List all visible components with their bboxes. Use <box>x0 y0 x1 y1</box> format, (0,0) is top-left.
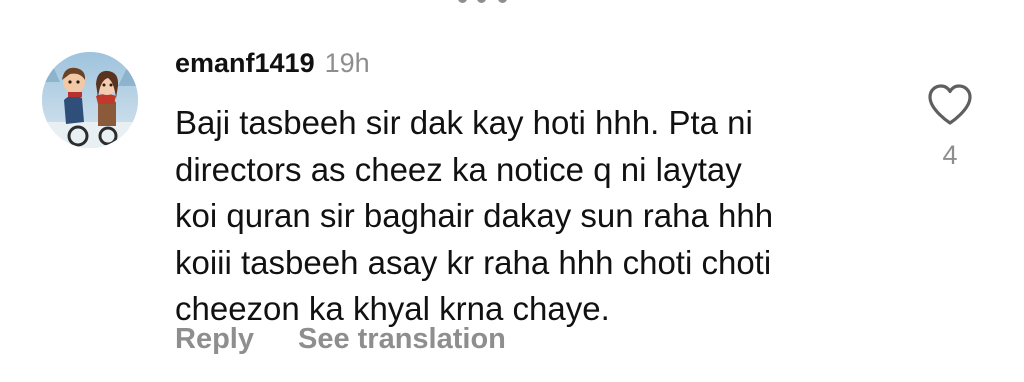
comment-text-line: koiii tasbeeh asay kr raha hhh choti cho… <box>175 243 772 281</box>
reply-button[interactable]: Reply <box>175 323 254 356</box>
comment-item: emanf1419 19h Baji tasbeeh sir dak kay h… <box>0 0 1024 382</box>
comment-actions: Reply See translation <box>175 323 506 356</box>
username[interactable]: emanf1419 <box>175 48 315 79</box>
cartoon-couple-avatar-icon <box>42 52 138 148</box>
avatar[interactable] <box>42 52 138 148</box>
comment-text: Baji tasbeeh sir dak kay hoti hhh. Pta n… <box>175 100 895 333</box>
like-button[interactable] <box>926 83 974 127</box>
timestamp: 19h <box>324 48 370 78</box>
comment-header: emanf1419 19h <box>175 48 370 82</box>
see-translation-button[interactable]: See translation <box>298 323 506 356</box>
comment-text-line: koi quran sir baghair dakay sun raha hhh <box>175 197 774 234</box>
heart-outline-icon <box>928 84 972 125</box>
comment-text-line: Baji tasbeeh sir dak kay hoti hhh. Pta n… <box>175 104 753 141</box>
like-count: 4 <box>942 140 958 170</box>
comment-text-line: directors as cheez ka notice q ni laytay <box>175 150 742 188</box>
